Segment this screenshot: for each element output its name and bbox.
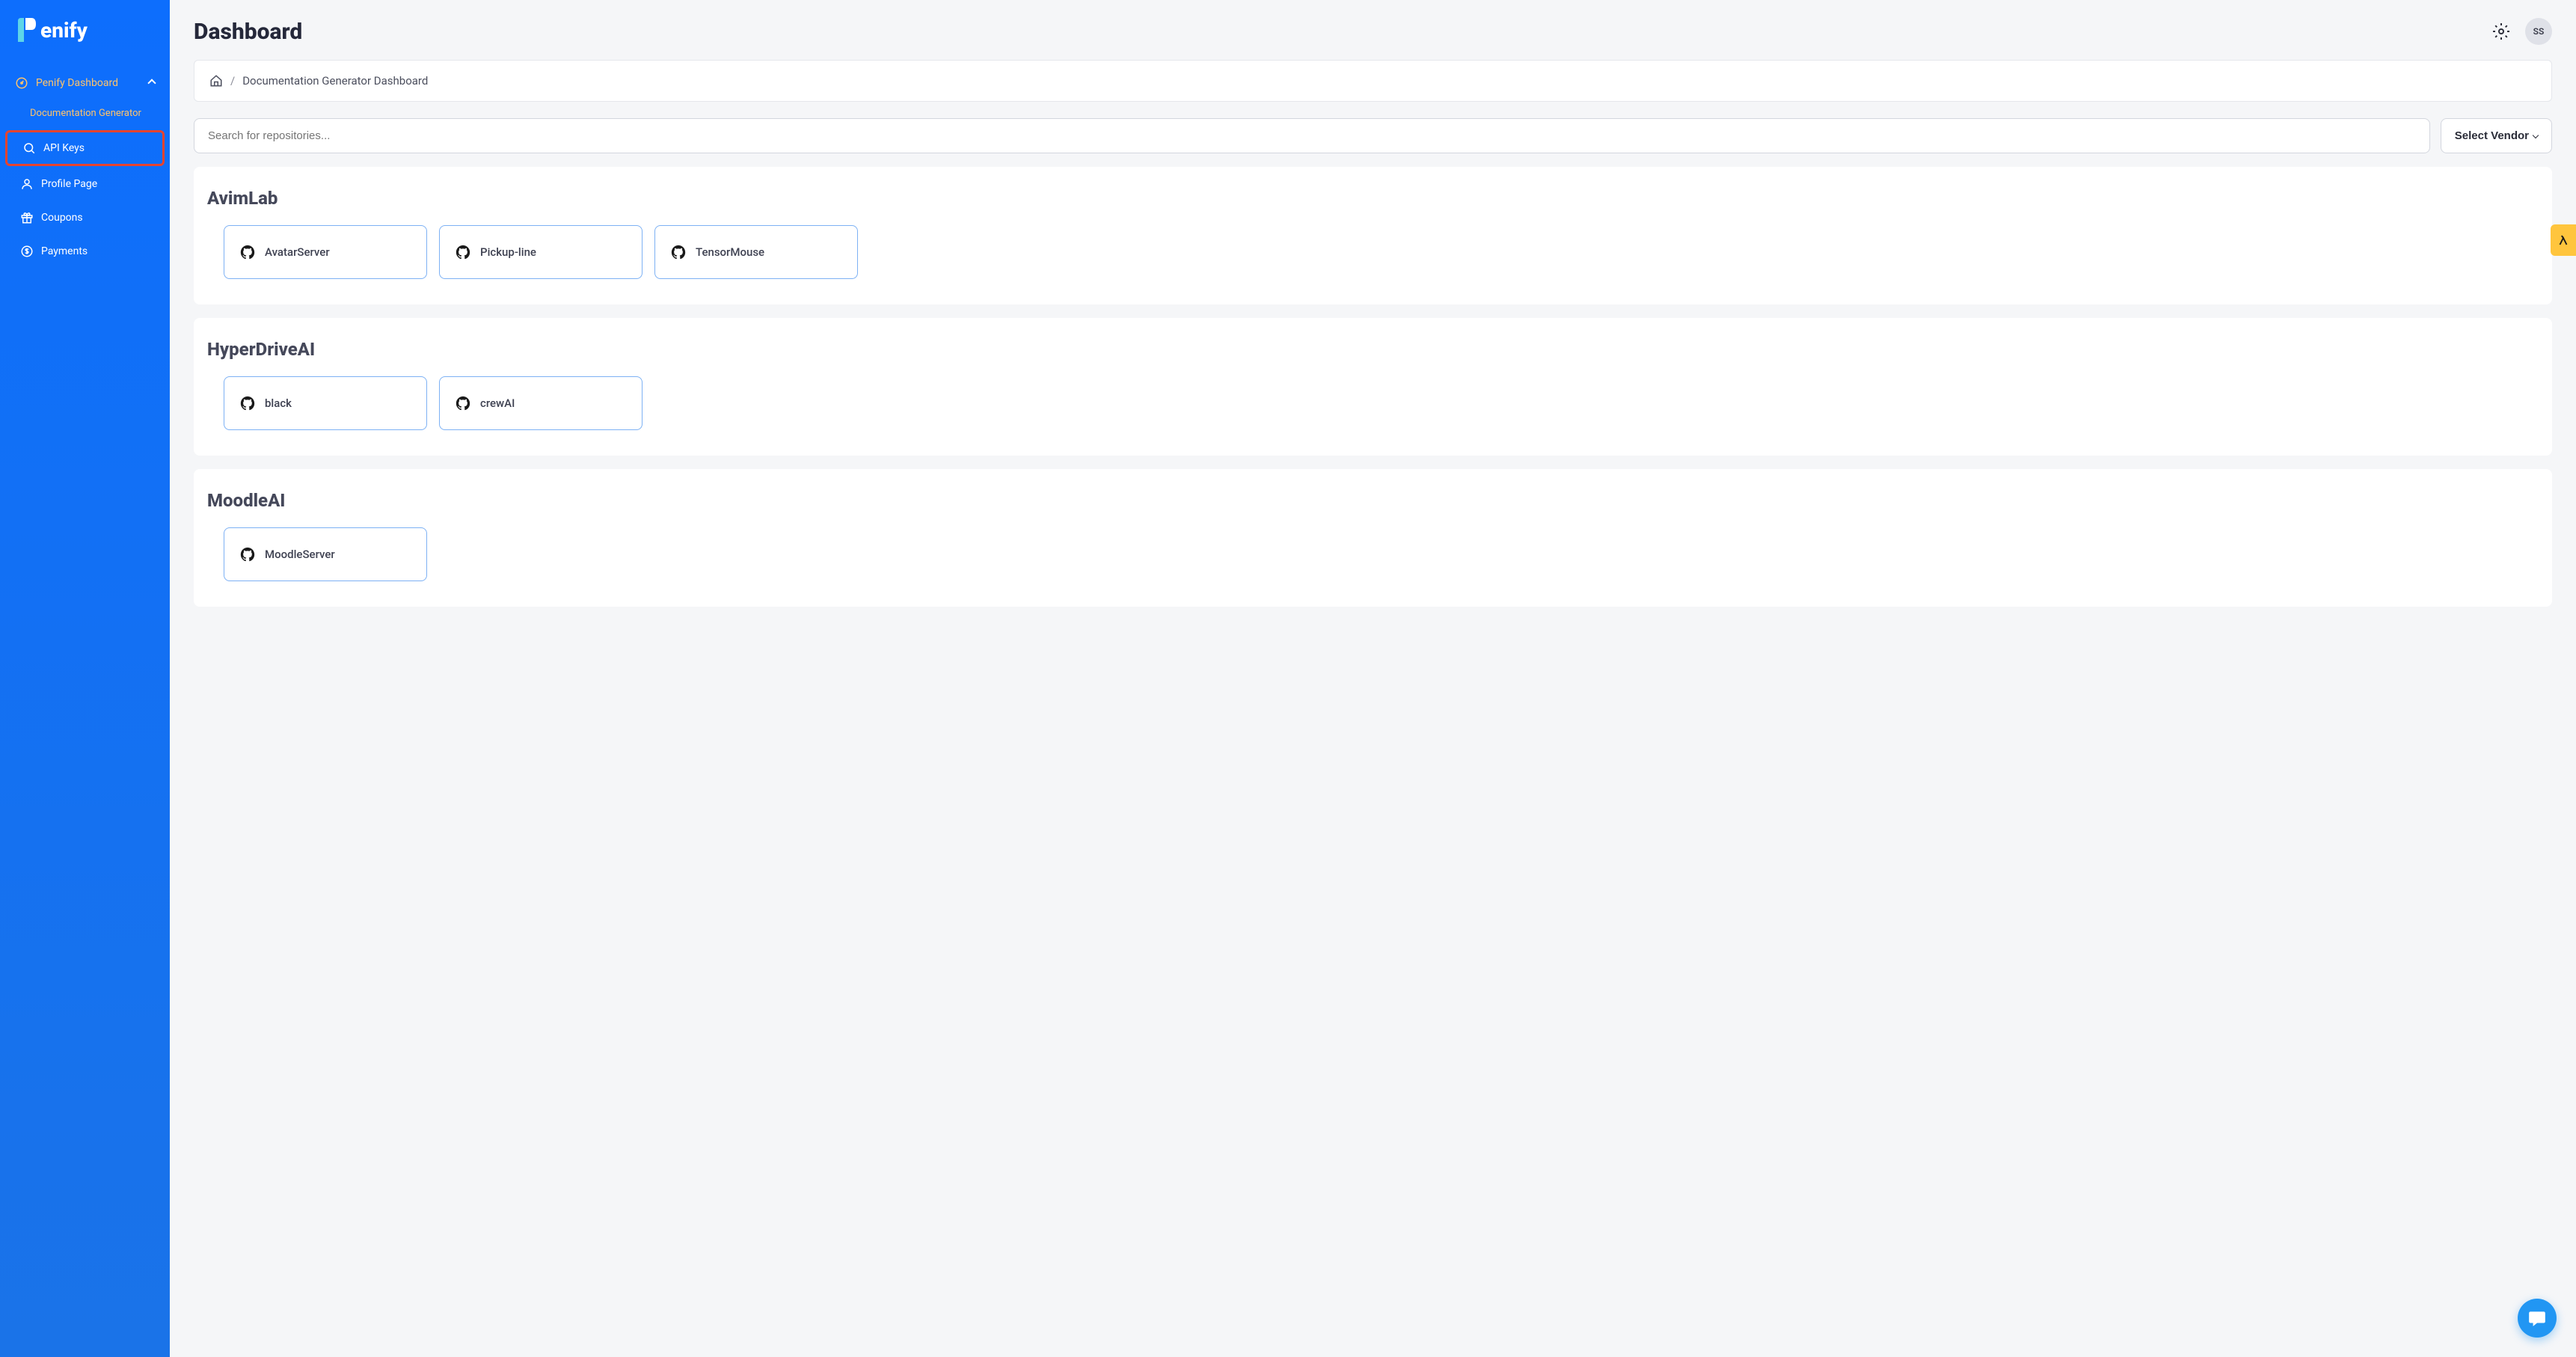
dollar-icon <box>20 245 34 258</box>
repo-card[interactable]: MoodleServer <box>224 527 427 581</box>
nav-parent-label: Penify Dashboard <box>36 77 118 89</box>
sidebar-item-label: Payments <box>41 245 88 257</box>
content: / Documentation Generator Dashboard Sele… <box>170 60 2576 1357</box>
nav-section: Penify Dashboard Documentation Generator… <box>0 67 170 267</box>
repo-row: AvatarServer Pickup-line TensorMouse <box>224 225 2530 279</box>
nav-parent-dashboard[interactable]: Penify Dashboard <box>0 67 170 99</box>
github-icon <box>670 244 687 260</box>
github-icon <box>239 244 256 260</box>
repo-card[interactable]: Pickup-line <box>439 225 643 279</box>
repo-name: AvatarServer <box>265 245 330 259</box>
lambda-icon <box>2557 233 2570 247</box>
chevron-down-icon <box>2533 132 2539 138</box>
topbar: Dashboard SS <box>170 0 2576 60</box>
avatar-initials: SS <box>2533 26 2545 37</box>
sidebar-item-api-keys[interactable]: API Keys <box>5 130 165 166</box>
gift-icon <box>20 211 34 224</box>
main: Dashboard SS / Documentation Generator D… <box>170 0 2576 1357</box>
repo-name: black <box>265 396 292 410</box>
sidebar-item-coupons[interactable]: Coupons <box>5 202 165 233</box>
search-input[interactable] <box>194 118 2430 153</box>
repo-card[interactable]: AvatarServer <box>224 225 427 279</box>
org-title: MoodleAI <box>207 490 2530 511</box>
logo-icon <box>15 15 37 45</box>
repo-name: MoodleServer <box>265 548 335 561</box>
repo-name: TensorMouse <box>696 245 764 259</box>
sidebar-item-label: Coupons <box>41 212 83 224</box>
github-icon <box>455 244 471 260</box>
page-title: Dashboard <box>194 19 302 45</box>
repo-name: crewAI <box>480 396 515 410</box>
sidebar-item-label: API Keys <box>43 142 85 154</box>
search-row: Select Vendor <box>194 118 2552 153</box>
breadcrumb-separator: / <box>230 74 235 88</box>
topbar-actions: SS <box>2492 18 2552 45</box>
github-icon <box>239 546 256 563</box>
dashboard-icon <box>15 76 28 90</box>
github-icon <box>239 395 256 411</box>
sidebar-item-label: Profile Page <box>41 178 97 190</box>
org-card: HyperDriveAI black crewAI <box>194 318 2552 456</box>
chevron-up-icon <box>147 79 156 87</box>
org-card: MoodleAI MoodleServer <box>194 469 2552 607</box>
org-card: AvimLab AvatarServer Pickup-line TensorMous… <box>194 167 2552 304</box>
gear-icon[interactable] <box>2492 22 2510 40</box>
repo-row: MoodleServer <box>224 527 2530 581</box>
breadcrumb: / Documentation Generator Dashboard <box>194 60 2552 102</box>
side-badge[interactable] <box>2551 224 2576 256</box>
brand-name: enify <box>40 18 88 43</box>
org-title: HyperDriveAI <box>207 339 2530 360</box>
repo-card[interactable]: TensorMouse <box>654 225 858 279</box>
repo-card[interactable]: black <box>224 376 427 430</box>
repo-name: Pickup-line <box>480 245 536 259</box>
chat-icon <box>2527 1308 2547 1328</box>
github-icon <box>455 395 471 411</box>
organization-list: AvimLab AvatarServer Pickup-line TensorMous… <box>194 167 2552 607</box>
vendor-button-label: Select Vendor <box>2455 129 2529 142</box>
chat-button[interactable] <box>2518 1299 2557 1338</box>
org-title: AvimLab <box>207 188 2530 209</box>
sidebar-item-payments[interactable]: Payments <box>5 236 165 267</box>
nav-sub-label: Documentation Generator <box>30 108 141 119</box>
avatar[interactable]: SS <box>2525 18 2552 45</box>
repo-card[interactable]: crewAI <box>439 376 643 430</box>
user-icon <box>20 177 34 191</box>
repo-row: black crewAI <box>224 376 2530 430</box>
search-icon <box>22 141 36 155</box>
home-icon[interactable] <box>209 74 223 88</box>
logo[interactable]: enify <box>0 15 170 67</box>
sidebar-item-profile[interactable]: Profile Page <box>5 168 165 200</box>
select-vendor-button[interactable]: Select Vendor <box>2441 118 2552 153</box>
breadcrumb-page: Documentation Generator Dashboard <box>242 74 428 88</box>
sidebar: enify Penify Dashboard Documentation Gen… <box>0 0 170 1357</box>
nav-sub-doc-generator[interactable]: Documentation Generator <box>0 99 170 128</box>
